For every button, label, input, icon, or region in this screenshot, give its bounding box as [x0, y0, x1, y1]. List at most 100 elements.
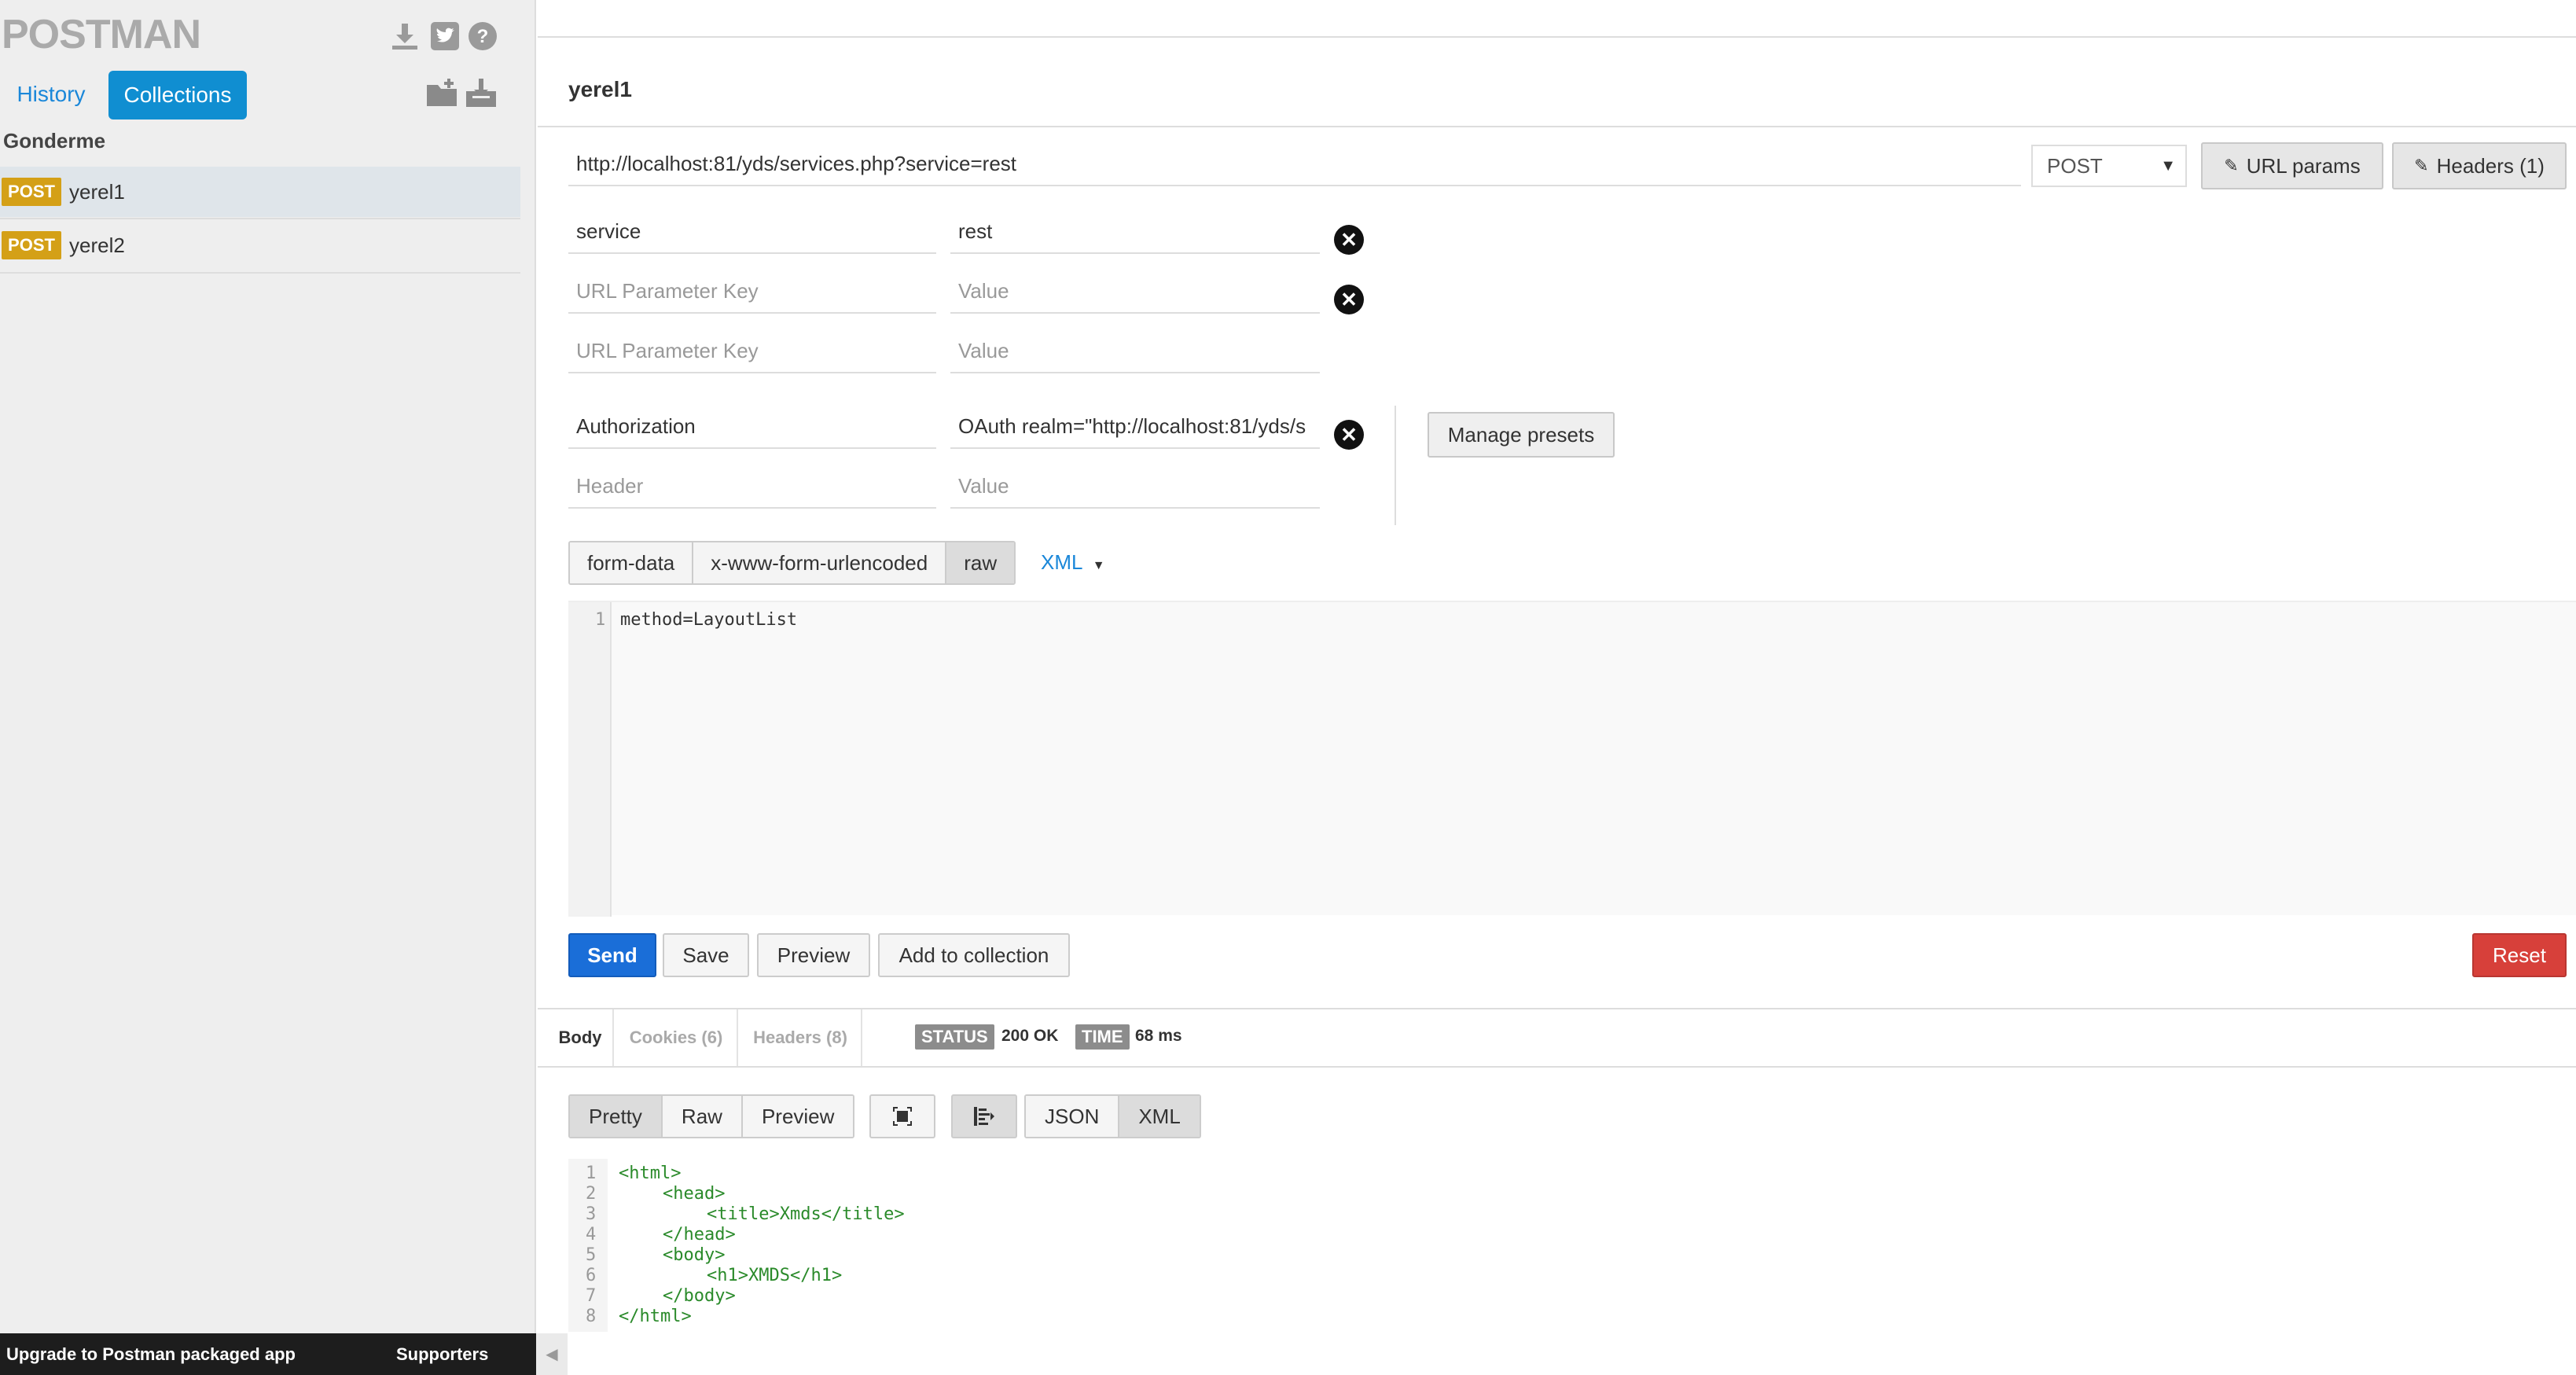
- caret-down-icon: ▼: [2160, 157, 2176, 175]
- download-icon[interactable]: [388, 19, 422, 53]
- code-line: method=LayoutList: [620, 610, 798, 630]
- save-button[interactable]: Save: [663, 933, 749, 977]
- import-icon[interactable]: [462, 74, 500, 112]
- edit-icon: ✎: [2414, 156, 2429, 175]
- body-mode-tabs: form-data x-www-form-urlencoded raw: [568, 541, 1016, 585]
- manage-presets-label: Manage presets: [1447, 422, 1595, 447]
- tab-history-label: History: [17, 82, 86, 106]
- sidebar-request-yerel1[interactable]: POST yerel1: [0, 167, 520, 217]
- reset-button[interactable]: Reset: [2472, 933, 2567, 977]
- time-value: 68 ms: [1135, 1027, 1182, 1045]
- line-number: 3: [586, 1204, 597, 1224]
- code-line: <html>: [619, 1164, 682, 1183]
- response-view-tabs: Pretty Raw Preview: [568, 1094, 855, 1138]
- headers-label: Headers (1): [2436, 153, 2545, 178]
- view-pretty[interactable]: Pretty: [570, 1096, 663, 1137]
- supporters-link[interactable]: Supporters: [396, 1344, 488, 1365]
- line-number: 1: [586, 1164, 597, 1183]
- sidebar-request-yerel2[interactable]: POST yerel2: [0, 220, 520, 270]
- remove-param-icon[interactable]: ✕: [1334, 225, 1364, 255]
- code-line: <h1>XMDS</h1>: [707, 1266, 843, 1285]
- fullscreen-button[interactable]: [869, 1094, 935, 1138]
- response-tab-headers[interactable]: Headers (8): [740, 1009, 862, 1066]
- divider: [538, 36, 2576, 38]
- postman-logo: POSTMAN: [2, 12, 201, 57]
- raw-type-dropdown[interactable]: XML ▼: [1041, 550, 1105, 575]
- view-preview[interactable]: Preview: [742, 1096, 854, 1137]
- line-number: 7: [586, 1286, 597, 1306]
- raw-type-label: XML: [1041, 550, 1082, 574]
- twitter-icon[interactable]: [428, 19, 462, 53]
- header-key-input[interactable]: Header: [568, 465, 936, 509]
- header-value-input[interactable]: Value: [950, 465, 1320, 509]
- line-gutter: [568, 602, 612, 917]
- collection-name[interactable]: Gonderme: [3, 129, 105, 153]
- method-badge: POST: [2, 178, 61, 206]
- divider: [538, 1066, 2576, 1068]
- preview-button[interactable]: Preview: [757, 933, 870, 977]
- remove-param-icon[interactable]: ✕: [1334, 285, 1364, 314]
- body-mode-form-data[interactable]: form-data: [570, 542, 694, 583]
- response-code: 1 <html> 2 <head> 3 <title>Xmds</title> 4 </hea…: [568, 1159, 2576, 1332]
- method-select[interactable]: POST ▼: [2031, 145, 2187, 187]
- code-line: </head>: [663, 1225, 736, 1244]
- headers-button[interactable]: ✎ Headers (1): [2392, 142, 2567, 189]
- remove-header-icon[interactable]: ✕: [1334, 420, 1364, 450]
- code-line: <body>: [663, 1245, 726, 1265]
- line-number: 2: [586, 1184, 597, 1204]
- url-params-label: URL params: [2246, 153, 2361, 178]
- status-badge: STATUS: [915, 1024, 994, 1050]
- divider: [0, 218, 520, 219]
- fullscreen-icon: [893, 1107, 912, 1126]
- line-number: 8: [586, 1307, 597, 1326]
- request-name: yerel2: [69, 233, 125, 257]
- code-line: </html>: [619, 1307, 692, 1326]
- collapse-sidebar-button[interactable]: ◀: [536, 1333, 568, 1375]
- param-value-input[interactable]: rest: [950, 210, 1320, 254]
- manage-presets-button[interactable]: Manage presets: [1428, 412, 1615, 458]
- help-icon[interactable]: ?: [465, 19, 500, 53]
- upgrade-link[interactable]: Upgrade to Postman packaged app: [6, 1344, 296, 1365]
- tab-collections-label: Collections: [123, 83, 232, 107]
- param-value-input[interactable]: Value: [950, 270, 1320, 314]
- request-title: yerel1: [568, 77, 632, 101]
- response-tab-cookies[interactable]: Cookies (6): [616, 1009, 738, 1066]
- chevron-left-icon: ◀: [546, 1346, 558, 1363]
- response-tab-body[interactable]: Body: [548, 1009, 614, 1066]
- request-name: yerel1: [69, 179, 125, 204]
- line-number: 4: [586, 1225, 597, 1244]
- method-badge: POST: [2, 231, 61, 259]
- divider: [1395, 406, 1396, 525]
- method-select-value: POST: [2047, 153, 2103, 178]
- add-to-collection-button[interactable]: Add to collection: [878, 933, 1070, 977]
- code-line: </body>: [663, 1286, 736, 1306]
- body-editor[interactable]: 1 method=LayoutList: [568, 601, 2576, 917]
- url-input[interactable]: http://localhost:81/yds/services.php?ser…: [568, 142, 2021, 186]
- wrap-lines-button[interactable]: [951, 1094, 1017, 1138]
- param-key-input[interactable]: service: [568, 210, 936, 254]
- wrap-lines-icon: [974, 1107, 994, 1126]
- header-value-input[interactable]: OAuth realm="http://localhost:81/yds/s: [950, 405, 1320, 449]
- status-value: 200 OK: [1001, 1027, 1059, 1045]
- body-mode-urlencoded[interactable]: x-www-form-urlencoded: [693, 542, 947, 583]
- view-raw[interactable]: Raw: [662, 1096, 743, 1137]
- tab-history[interactable]: History: [0, 71, 102, 118]
- header-key-input[interactable]: Authorization: [568, 405, 936, 449]
- tab-collections[interactable]: Collections: [108, 71, 247, 119]
- line-number: 6: [586, 1266, 597, 1285]
- param-key-input[interactable]: URL Parameter Key: [568, 270, 936, 314]
- new-folder-icon[interactable]: [423, 74, 461, 112]
- send-button[interactable]: Send: [568, 933, 656, 977]
- line-number: 1: [595, 610, 606, 630]
- param-value-input[interactable]: Value: [950, 329, 1320, 373]
- line-number: 5: [586, 1245, 597, 1265]
- divider: [0, 272, 520, 274]
- format-json[interactable]: JSON: [1026, 1096, 1120, 1137]
- param-key-input[interactable]: URL Parameter Key: [568, 329, 936, 373]
- code-line: <head>: [663, 1184, 726, 1204]
- edit-icon: ✎: [2224, 156, 2239, 175]
- format-xml[interactable]: XML: [1119, 1096, 1200, 1137]
- divider: [538, 126, 2576, 127]
- body-mode-raw[interactable]: raw: [946, 542, 1015, 583]
- url-params-button[interactable]: ✎ URL params: [2201, 142, 2383, 189]
